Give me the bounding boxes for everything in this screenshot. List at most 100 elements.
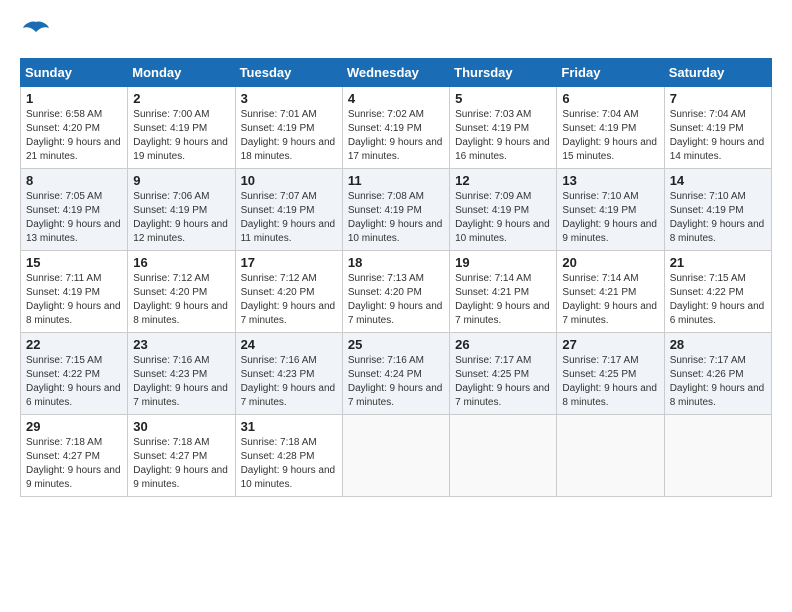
day-info: Sunrise: 7:17 AMSunset: 4:25 PMDaylight:… [562, 354, 658, 410]
calendar-cell: 18 Sunrise: 7:13 AMSunset: 4:20 PMDayligh… [342, 251, 449, 333]
calendar-cell: 10 Sunrise: 7:07 AMSunset: 4:19 PMDayligh… [235, 169, 342, 251]
day-info: Sunrise: 7:04 AMSunset: 4:19 PMDaylight:… [562, 108, 658, 164]
calendar-week: 8 Sunrise: 7:05 AMSunset: 4:19 PMDaylight… [21, 169, 772, 251]
calendar-cell: 24 Sunrise: 7:16 AMSunset: 4:23 PMDayligh… [235, 333, 342, 415]
calendar-cell: 11 Sunrise: 7:08 AMSunset: 4:19 PMDayligh… [342, 169, 449, 251]
calendar-cell: 1Sunrise: 6:58 AMSunset: 4:20 PMDaylight… [21, 87, 128, 169]
day-number: 16 [133, 255, 229, 270]
calendar-cell: 22Sunrise: 7:15 AMSunset: 4:22 PMDayligh… [21, 333, 128, 415]
day-info: Sunrise: 7:08 AMSunset: 4:19 PMDaylight:… [348, 190, 444, 246]
weekday-header: Tuesday [235, 59, 342, 87]
bird-icon [22, 20, 50, 42]
day-number: 3 [241, 91, 337, 106]
day-number: 1 [26, 91, 122, 106]
logo [20, 20, 50, 48]
calendar-week: 1Sunrise: 6:58 AMSunset: 4:20 PMDaylight… [21, 87, 772, 169]
calendar-cell: 13Sunrise: 7:10 AMSunset: 4:19 PMDayligh… [557, 169, 664, 251]
day-number: 28 [670, 337, 766, 352]
calendar-cell: 19 Sunrise: 7:14 AMSunset: 4:21 PMDayligh… [450, 251, 557, 333]
day-number: 30 [133, 419, 229, 434]
weekday-header: Friday [557, 59, 664, 87]
weekday-header: Sunday [21, 59, 128, 87]
day-info: Sunrise: 7:11 AMSunset: 4:19 PMDaylight:… [26, 272, 122, 328]
calendar-cell [450, 415, 557, 497]
calendar-cell: 26 Sunrise: 7:17 AMSunset: 4:25 PMDayligh… [450, 333, 557, 415]
calendar-table: SundayMondayTuesdayWednesdayThursdayFrid… [20, 58, 772, 497]
day-number: 31 [241, 419, 337, 434]
calendar-cell: 25 Sunrise: 7:16 AMSunset: 4:24 PMDayligh… [342, 333, 449, 415]
calendar-cell [664, 415, 771, 497]
day-number: 6 [562, 91, 658, 106]
day-info: Sunrise: 7:18 AMSunset: 4:28 PMDaylight:… [241, 436, 337, 492]
day-info: Sunrise: 7:18 AMSunset: 4:27 PMDaylight:… [26, 436, 122, 492]
calendar-cell: 23 Sunrise: 7:16 AMSunset: 4:23 PMDayligh… [128, 333, 235, 415]
calendar-cell: 4 Sunrise: 7:02 AMSunset: 4:19 PMDaylight… [342, 87, 449, 169]
calendar-cell: 15Sunrise: 7:11 AMSunset: 4:19 PMDayligh… [21, 251, 128, 333]
day-number: 7 [670, 91, 766, 106]
day-number: 10 [241, 173, 337, 188]
day-number: 20 [562, 255, 658, 270]
calendar-cell: 9 Sunrise: 7:06 AMSunset: 4:19 PMDaylight… [128, 169, 235, 251]
day-number: 18 [348, 255, 444, 270]
calendar-cell: 8 Sunrise: 7:05 AMSunset: 4:19 PMDaylight… [21, 169, 128, 251]
day-number: 26 [455, 337, 551, 352]
day-number: 8 [26, 173, 122, 188]
day-number: 23 [133, 337, 229, 352]
day-info: Sunrise: 7:16 AMSunset: 4:24 PMDaylight:… [348, 354, 444, 410]
day-info: Sunrise: 7:17 AMSunset: 4:26 PMDaylight:… [670, 354, 766, 410]
day-number: 29 [26, 419, 122, 434]
calendar-cell: 12Sunrise: 7:09 AMSunset: 4:19 PMDayligh… [450, 169, 557, 251]
calendar-week: 29 Sunrise: 7:18 AMSunset: 4:27 PMDayligh… [21, 415, 772, 497]
calendar-cell: 5 Sunrise: 7:03 AMSunset: 4:19 PMDaylight… [450, 87, 557, 169]
day-number: 17 [241, 255, 337, 270]
calendar-header: SundayMondayTuesdayWednesdayThursdayFrid… [21, 59, 772, 87]
day-info: Sunrise: 7:02 AMSunset: 4:19 PMDaylight:… [348, 108, 444, 164]
day-number: 27 [562, 337, 658, 352]
day-number: 22 [26, 337, 122, 352]
day-number: 5 [455, 91, 551, 106]
day-info: Sunrise: 7:07 AMSunset: 4:19 PMDaylight:… [241, 190, 337, 246]
calendar-cell: 28 Sunrise: 7:17 AMSunset: 4:26 PMDayligh… [664, 333, 771, 415]
day-info: Sunrise: 7:16 AMSunset: 4:23 PMDaylight:… [133, 354, 229, 410]
calendar-cell: 14Sunrise: 7:10 AMSunset: 4:19 PMDayligh… [664, 169, 771, 251]
calendar-week: 15Sunrise: 7:11 AMSunset: 4:19 PMDayligh… [21, 251, 772, 333]
day-number: 2 [133, 91, 229, 106]
day-info: Sunrise: 7:12 AMSunset: 4:20 PMDaylight:… [241, 272, 337, 328]
day-number: 19 [455, 255, 551, 270]
day-info: Sunrise: 7:09 AMSunset: 4:19 PMDaylight:… [455, 190, 551, 246]
day-number: 11 [348, 173, 444, 188]
calendar-cell: 7 Sunrise: 7:04 AMSunset: 4:19 PMDaylight… [664, 87, 771, 169]
day-number: 4 [348, 91, 444, 106]
calendar-cell: 21Sunrise: 7:15 AMSunset: 4:22 PMDayligh… [664, 251, 771, 333]
day-info: Sunrise: 7:14 AMSunset: 4:21 PMDaylight:… [455, 272, 551, 328]
weekday-header: Monday [128, 59, 235, 87]
day-info: Sunrise: 7:16 AMSunset: 4:23 PMDaylight:… [241, 354, 337, 410]
day-number: 9 [133, 173, 229, 188]
day-info: Sunrise: 7:00 AMSunset: 4:19 PMDaylight:… [133, 108, 229, 164]
page-header [20, 20, 772, 48]
day-number: 21 [670, 255, 766, 270]
calendar-cell: 17 Sunrise: 7:12 AMSunset: 4:20 PMDayligh… [235, 251, 342, 333]
weekday-header: Saturday [664, 59, 771, 87]
day-info: Sunrise: 7:13 AMSunset: 4:20 PMDaylight:… [348, 272, 444, 328]
weekday-header: Thursday [450, 59, 557, 87]
day-info: Sunrise: 7:12 AMSunset: 4:20 PMDaylight:… [133, 272, 229, 328]
day-info: Sunrise: 7:01 AMSunset: 4:19 PMDaylight:… [241, 108, 337, 164]
day-info: Sunrise: 7:06 AMSunset: 4:19 PMDaylight:… [133, 190, 229, 246]
calendar-cell: 30Sunrise: 7:18 AMSunset: 4:27 PMDayligh… [128, 415, 235, 497]
calendar-cell: 27 Sunrise: 7:17 AMSunset: 4:25 PMDayligh… [557, 333, 664, 415]
calendar-cell: 29 Sunrise: 7:18 AMSunset: 4:27 PMDayligh… [21, 415, 128, 497]
day-info: Sunrise: 7:05 AMSunset: 4:19 PMDaylight:… [26, 190, 122, 246]
calendar-cell: 16 Sunrise: 7:12 AMSunset: 4:20 PMDayligh… [128, 251, 235, 333]
day-info: Sunrise: 7:03 AMSunset: 4:19 PMDaylight:… [455, 108, 551, 164]
calendar-cell: 20 Sunrise: 7:14 AMSunset: 4:21 PMDayligh… [557, 251, 664, 333]
day-number: 25 [348, 337, 444, 352]
day-number: 24 [241, 337, 337, 352]
day-info: Sunrise: 7:10 AMSunset: 4:19 PMDaylight:… [562, 190, 658, 246]
day-info: Sunrise: 7:14 AMSunset: 4:21 PMDaylight:… [562, 272, 658, 328]
day-number: 14 [670, 173, 766, 188]
calendar-cell [342, 415, 449, 497]
day-info: Sunrise: 7:04 AMSunset: 4:19 PMDaylight:… [670, 108, 766, 164]
calendar-cell: 6 Sunrise: 7:04 AMSunset: 4:19 PMDaylight… [557, 87, 664, 169]
day-info: Sunrise: 7:17 AMSunset: 4:25 PMDaylight:… [455, 354, 551, 410]
